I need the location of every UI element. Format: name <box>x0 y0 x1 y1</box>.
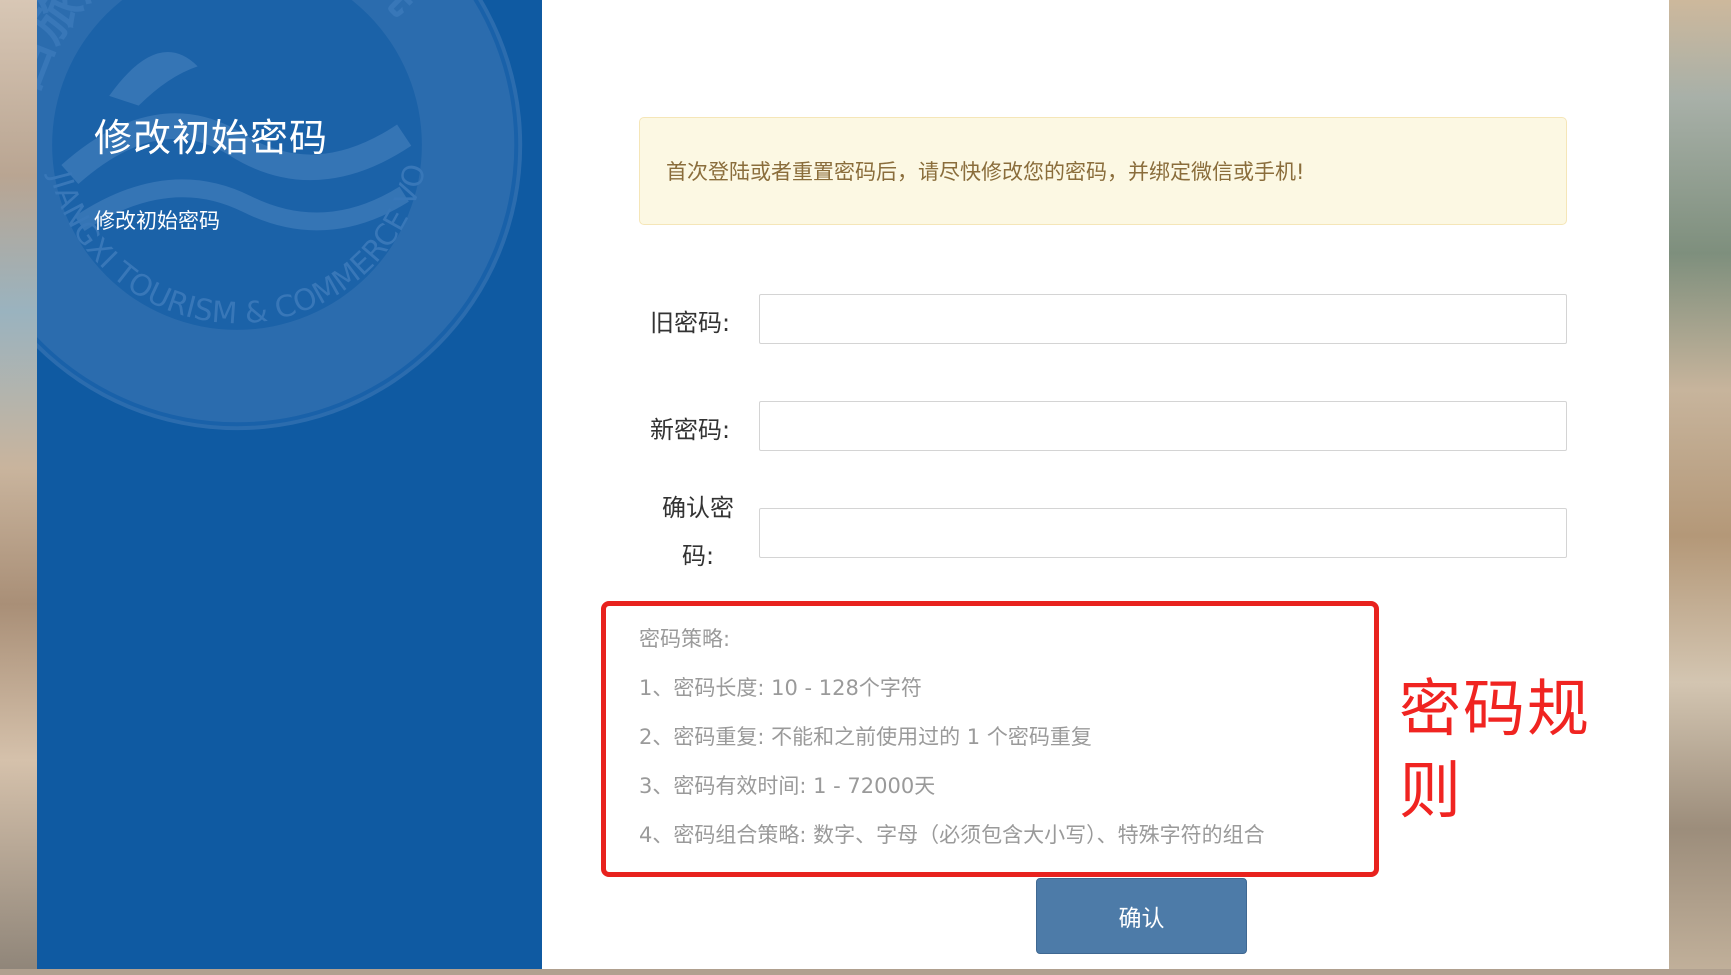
background-left-edge <box>0 0 37 975</box>
confirm-password-input[interactable] <box>759 508 1567 558</box>
new-password-label: 新密码: <box>650 416 731 444</box>
background-right-edge <box>1669 0 1731 975</box>
confirm-button[interactable]: 确认 <box>1036 878 1247 954</box>
password-policy-rule: 3、密码有效时间: 1 - 72000天 <box>639 774 936 798</box>
confirm-password-label: 确认密 码: <box>648 484 748 580</box>
confirm-password-label-line1: 确认密 <box>662 494 734 522</box>
old-password-input[interactable] <box>759 294 1567 344</box>
confirm-password-label-line2: 码: <box>681 542 715 570</box>
new-password-input[interactable] <box>759 401 1567 451</box>
page-title: 修改初始密码 <box>94 116 329 160</box>
password-rules-annotation: 密码规则 <box>1399 672 1592 827</box>
password-policy-rule: 2、密码重复: 不能和之前使用过的 1 个密码重复 <box>639 725 1092 749</box>
sidebar-panel: 江西旅游商贸职业学院 JIANGXI TOURISM & COMMERCE VO… <box>37 0 542 969</box>
change-password-card: 江西旅游商贸职业学院 JIANGXI TOURISM & COMMERCE VO… <box>37 0 1669 969</box>
password-policy-rule: 1、密码长度: 10 - 128个字符 <box>639 676 922 700</box>
old-password-label: 旧密码: <box>650 309 731 337</box>
password-policy-rule: 4、密码组合策略: 数字、字母（必须包含大小写）、特殊字符的组合 <box>639 823 1265 847</box>
background-bottom-edge <box>0 969 1731 975</box>
first-login-notice: 首次登陆或者重置密码后，请尽快修改您的密码，并绑定微信或手机! <box>639 117 1567 225</box>
page-subtitle: 修改初始密码 <box>94 209 220 233</box>
password-policy-heading: 密码策略: <box>639 627 731 651</box>
